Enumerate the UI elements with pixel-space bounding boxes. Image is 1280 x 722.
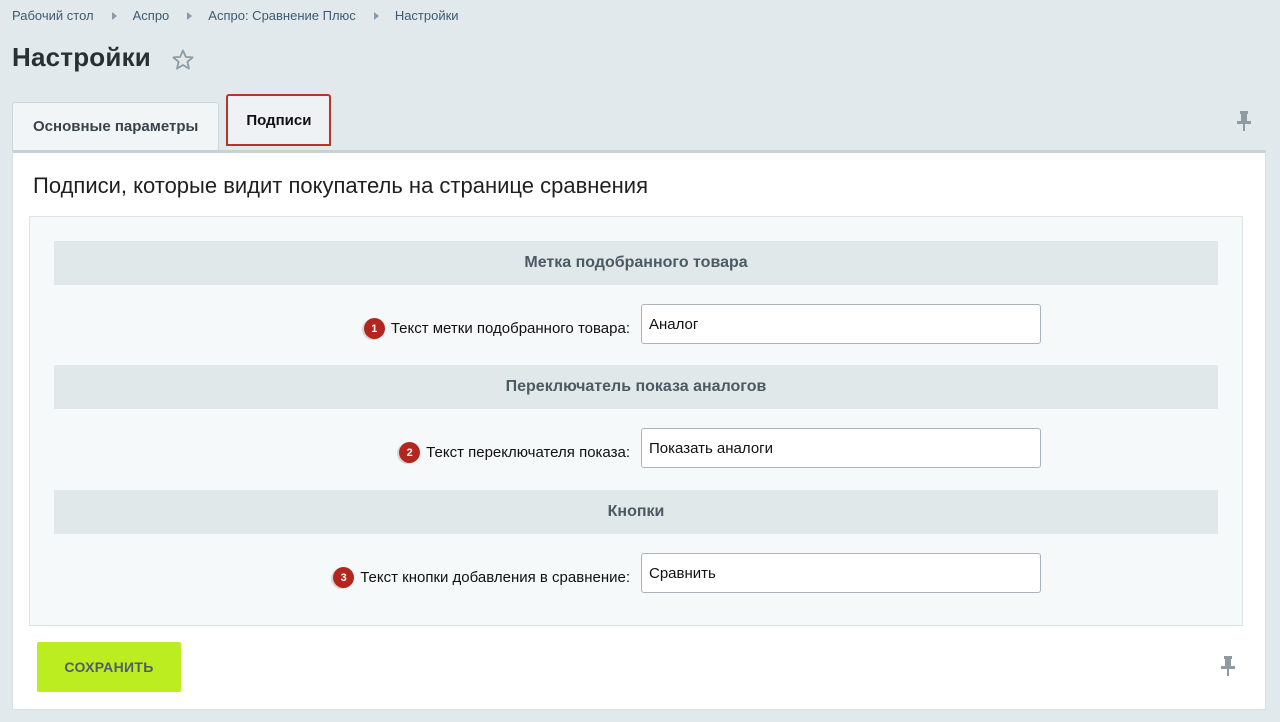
section-title: Подписи, которые видит покупатель на стр…	[33, 173, 649, 198]
breadcrumb-separator-icon	[187, 11, 193, 20]
title-row: Настройки	[12, 42, 195, 73]
settings-panel: Подписи, которые видит покупатель на стр…	[12, 150, 1266, 710]
step-badge: 1	[363, 318, 385, 339]
selected-label-text-input[interactable]	[641, 304, 1041, 344]
group-header-analog-toggle: Переключатель показа аналогов	[54, 365, 1218, 409]
save-button[interactable]: СОХРАНИТЬ	[37, 642, 181, 692]
field-label: 2 Текст переключателя показа:	[399, 442, 630, 463]
field-label-text: Текст переключателя показа:	[426, 444, 630, 461]
breadcrumb-item-aspro[interactable]: Аспро	[133, 8, 170, 23]
group-header-selected-label: Метка подобранного товара	[54, 241, 1218, 285]
field-row-toggle-text: 2 Текст переключателя показа:	[54, 428, 1218, 468]
tab-bar: Основные параметры Подписи	[12, 94, 338, 150]
breadcrumb-separator-icon	[373, 11, 379, 20]
compare-button-text-input[interactable]	[641, 553, 1041, 593]
page-title: Настройки	[12, 42, 151, 72]
breadcrumb-item-desktop[interactable]: Рабочий стол	[12, 8, 94, 23]
field-label-text: Текст кнопки добавления в сравнение:	[360, 569, 630, 586]
field-label-text: Текст метки подобранного товара:	[390, 320, 630, 337]
field-row-compare-button-text: 3 Текст кнопки добавления в сравнение:	[54, 553, 1218, 593]
field-label: 3 Текст кнопки добавления в сравнение:	[333, 567, 630, 588]
step-badge: 3	[333, 567, 355, 588]
pin-icon[interactable]	[1236, 110, 1252, 132]
captions-form: Метка подобранного товара 1 Текст метки …	[29, 216, 1243, 626]
breadcrumb-item-settings[interactable]: Настройки	[395, 8, 459, 23]
toggle-text-input[interactable]	[641, 428, 1041, 468]
step-badge: 2	[399, 442, 421, 463]
breadcrumb: Рабочий стол Аспро Аспро: Сравнение Плюс…	[12, 8, 459, 23]
group-header-buttons: Кнопки	[54, 490, 1218, 534]
breadcrumb-item-compare-plus[interactable]: Аспро: Сравнение Плюс	[208, 8, 356, 23]
star-icon[interactable]	[171, 48, 195, 72]
field-label: 1 Текст метки подобранного товара:	[363, 318, 630, 339]
breadcrumb-separator-icon	[111, 11, 117, 20]
tab-captions[interactable]: Подписи	[226, 94, 332, 146]
tab-main-parameters[interactable]: Основные параметры	[12, 102, 220, 150]
pin-icon[interactable]	[1220, 655, 1236, 677]
field-row-selected-label: 1 Текст метки подобранного товара:	[54, 304, 1218, 344]
